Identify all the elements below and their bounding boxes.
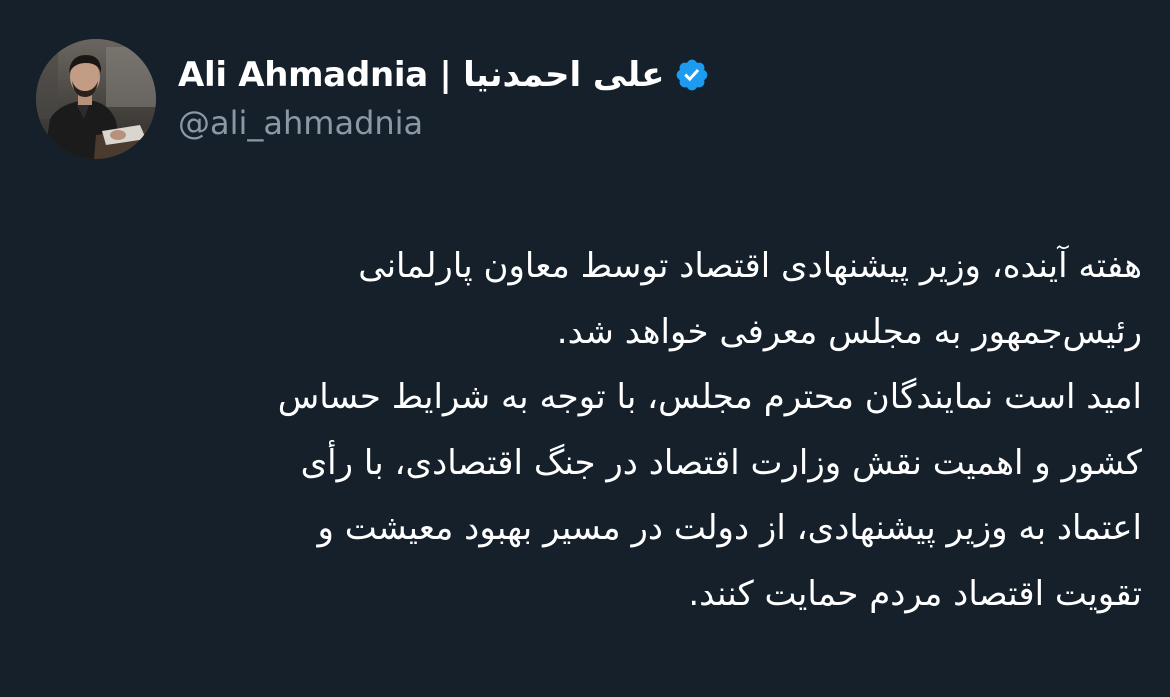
name-row: Ali Ahmadnia | علی احمدنیا <box>178 50 710 100</box>
avatar[interactable] <box>36 39 156 159</box>
avatar-photo <box>36 39 156 159</box>
user-handle[interactable]: @ali_ahmadnia <box>178 104 423 142</box>
tweet-line: هفته آینده، وزیر پیشنهادی اقتصاد توسط مع… <box>358 246 1142 286</box>
tweet-card: Ali Ahmadnia | علی احمدنیا @ali_ahmadnia… <box>0 0 1170 697</box>
tweet-line: امید است نمایندگان محترم مجلس، با توجه ب… <box>277 377 1142 417</box>
tweet-line: اعتماد به وزیر پیشنهادی، از دولت در مسیر… <box>317 508 1142 548</box>
verified-badge-icon <box>674 57 710 93</box>
display-name[interactable]: Ali Ahmadnia | علی احمدنیا <box>178 55 665 95</box>
tweet-line: رئیس‌جمهور به مجلس معرفی خواهد شد. <box>556 311 1142 352</box>
tweet-text: هفته آینده، وزیر پیشنهادی اقتصاد توسط مع… <box>30 234 1142 627</box>
tweet-line: تقویت اقتصاد مردم حمایت کنند. <box>688 573 1142 614</box>
tweet-line: کشور و اهمیت نقش وزارت اقتصاد در جنگ اقت… <box>300 442 1142 483</box>
